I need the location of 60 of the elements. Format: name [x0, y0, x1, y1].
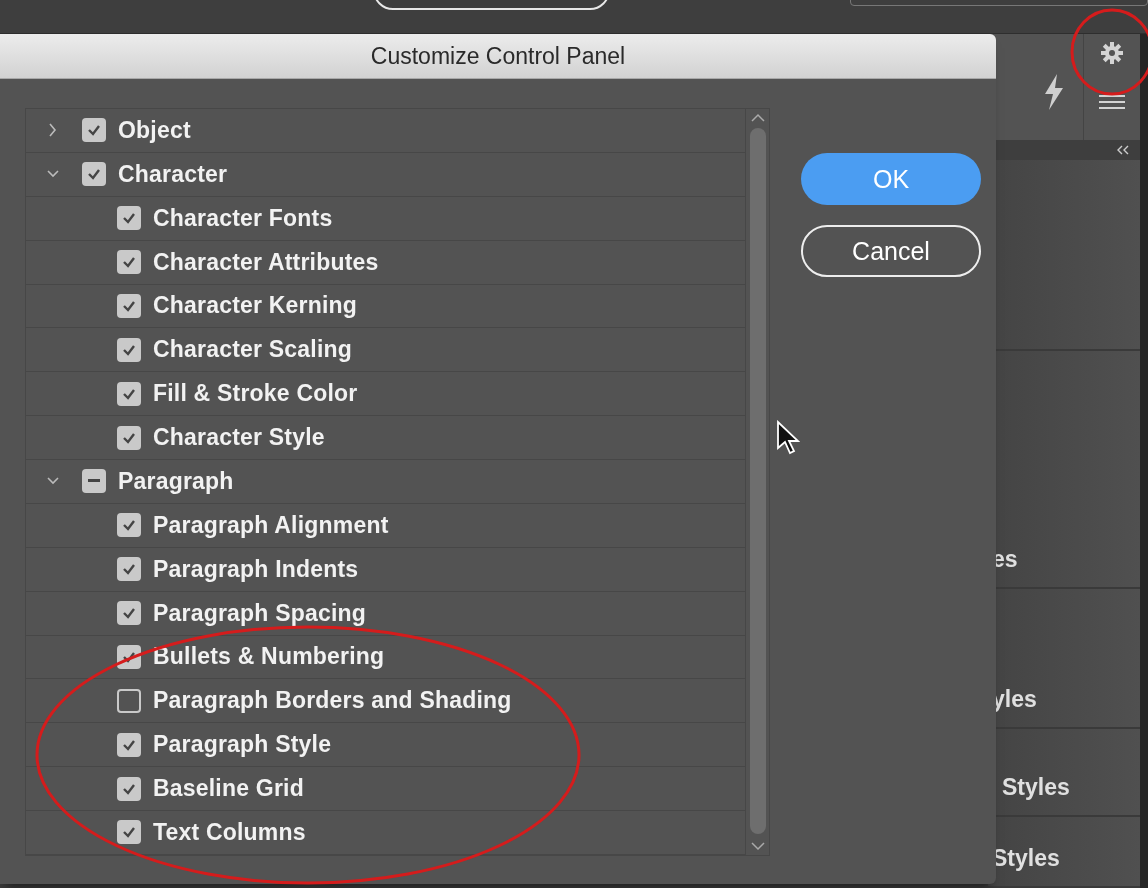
check-icon [122, 431, 136, 444]
check-icon [87, 124, 101, 137]
checkbox[interactable] [117, 337, 141, 362]
tree-item-label: Character Style [153, 424, 325, 452]
tree-item-label: Character Attributes [153, 248, 379, 276]
checkbox[interactable] [117, 513, 141, 538]
tree-item-label: Character [118, 160, 228, 188]
panel-item-label[interactable]: Styles [992, 845, 1060, 872]
tree-item-label: Text Columns [153, 818, 306, 846]
settings-icon[interactable] [1101, 42, 1123, 64]
tree-item-label: Paragraph Alignment [153, 511, 389, 539]
collapse-icon[interactable] [1116, 145, 1130, 155]
checkbox[interactable] [117, 601, 141, 626]
tree-item-label: Paragraph Style [153, 731, 332, 759]
checkbox[interactable] [82, 162, 106, 187]
check-icon [122, 387, 136, 400]
cancel-button[interactable]: Cancel [801, 225, 981, 277]
check-icon [122, 738, 136, 751]
scroll-down-icon[interactable] [750, 842, 765, 851]
checkbox[interactable] [117, 776, 141, 801]
checkbox[interactable] [117, 557, 141, 582]
checkbox[interactable] [117, 820, 141, 845]
checkbox[interactable] [117, 688, 141, 713]
tree-item-label: Character Scaling [153, 336, 352, 364]
checkbox[interactable] [117, 206, 141, 231]
tree-item-label: Bullets & Numbering [153, 643, 385, 671]
checkbox[interactable] [117, 425, 141, 450]
tree-item-label: Object [118, 116, 191, 144]
check-icon [122, 343, 136, 356]
tree-item-label: Character Fonts [153, 204, 333, 232]
checkbox[interactable] [117, 293, 141, 318]
tree-item-label: Character Kerning [153, 292, 358, 320]
check-icon [122, 607, 136, 620]
scroll-up-icon[interactable] [750, 113, 765, 122]
checkbox[interactable] [82, 469, 106, 494]
tree-item-label: Paragraph Spacing [153, 599, 367, 627]
checkbox[interactable] [82, 118, 106, 143]
check-icon [122, 299, 136, 312]
check-icon [122, 519, 136, 532]
scrollbar[interactable] [745, 109, 769, 855]
lightning-icon[interactable] [1043, 74, 1065, 110]
tree-item-label: Paragraph [118, 467, 234, 495]
tree-item-label: Fill & Stroke Color [153, 380, 358, 408]
tree-item-label: Paragraph Borders and Shading [153, 687, 512, 715]
check-icon [122, 650, 136, 663]
check-icon [122, 782, 136, 795]
dialog-title: Customize Control Panel [370, 42, 626, 70]
panel-item-label[interactable]: Styles [1002, 773, 1070, 801]
checkbox[interactable] [117, 250, 141, 275]
cursor-icon [776, 420, 800, 456]
checkbox[interactable] [117, 732, 141, 757]
menu-icon[interactable] [1099, 94, 1125, 110]
check-icon [122, 212, 136, 225]
check-icon [87, 168, 101, 181]
tree-item-label: Paragraph Indents [153, 555, 359, 583]
check-icon [122, 256, 136, 269]
check-icon [122, 826, 136, 839]
tree-item-label: Baseline Grid [153, 775, 304, 803]
check-icon [122, 563, 136, 576]
checkbox[interactable] [117, 381, 141, 406]
